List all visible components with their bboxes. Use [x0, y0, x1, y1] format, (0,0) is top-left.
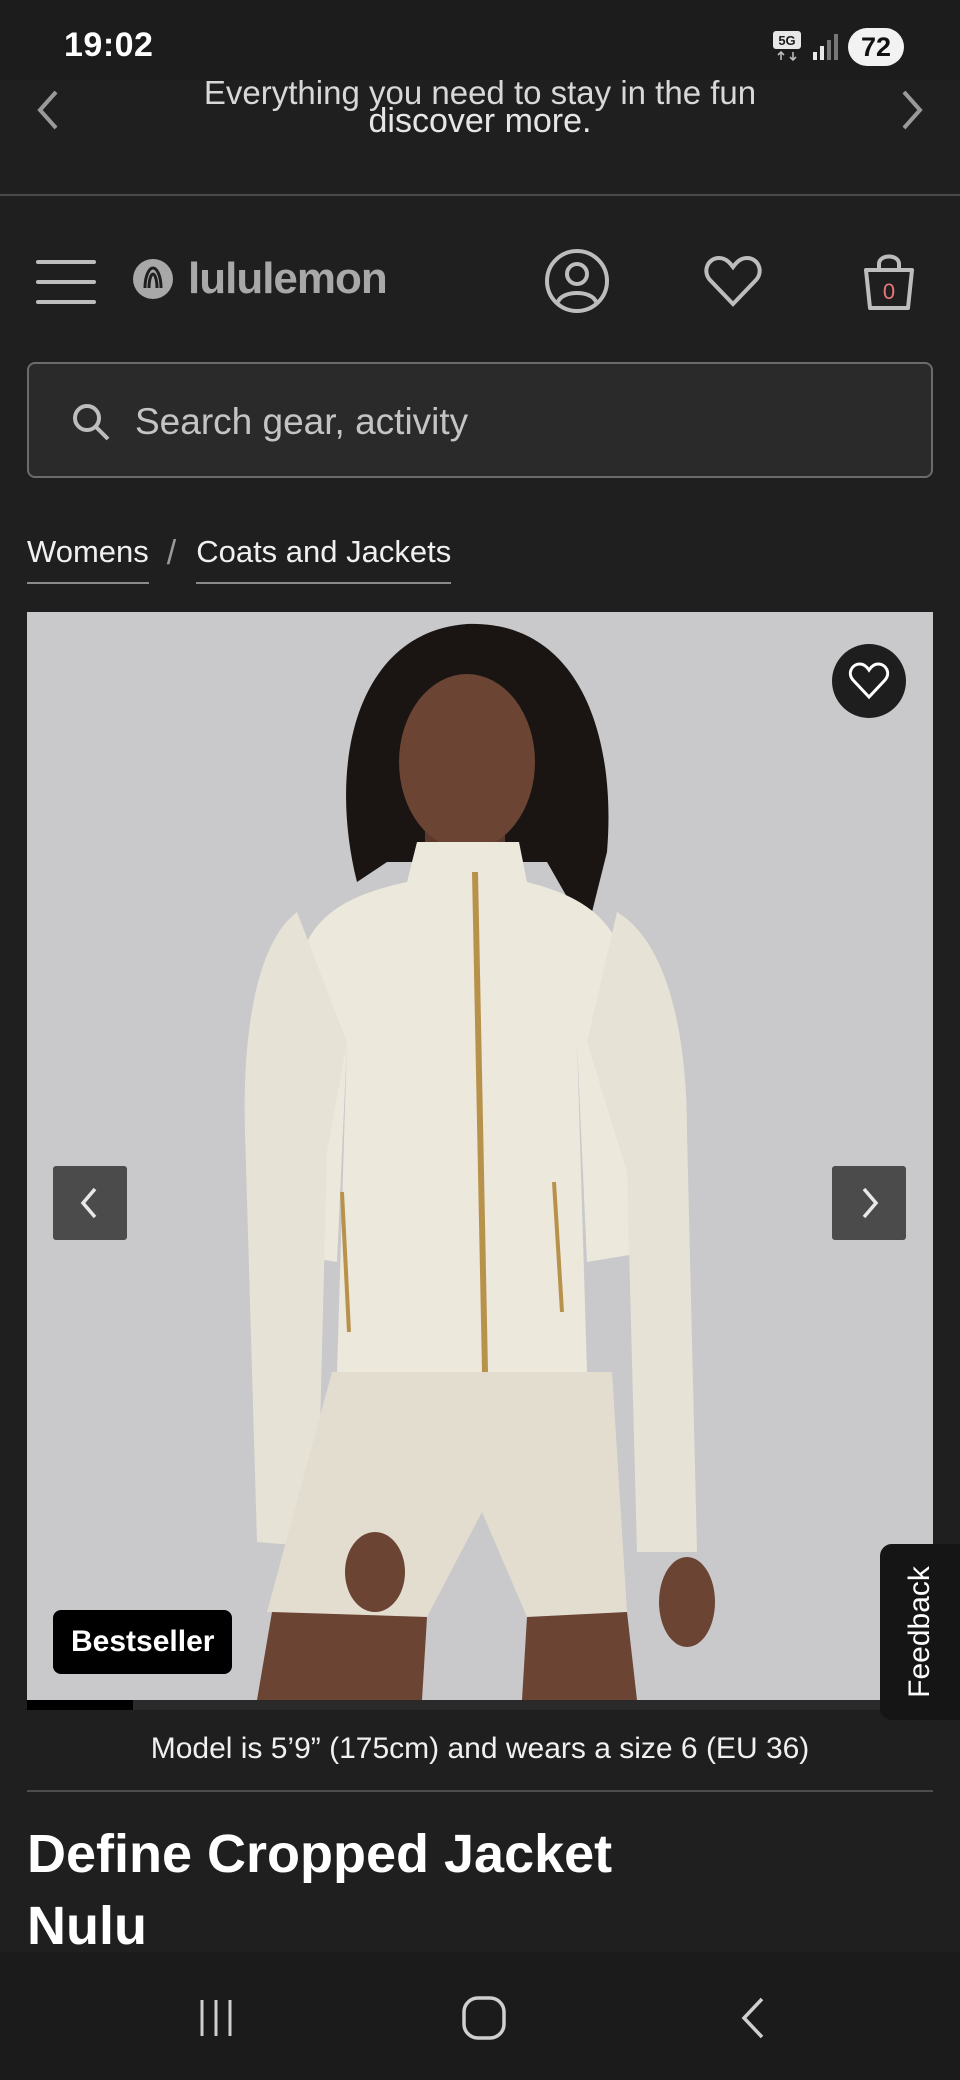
- product-title: Define Cropped Jacket Nulu: [27, 1818, 847, 1962]
- heart-icon: [848, 662, 890, 700]
- hamburger-line: [36, 280, 96, 284]
- feedback-tab[interactable]: Feedback: [880, 1544, 960, 1720]
- breadcrumb-coats-and-jackets[interactable]: Coats and Jackets: [196, 534, 452, 584]
- cart-button[interactable]: 0: [856, 248, 922, 314]
- breadcrumb-separator: /: [166, 534, 177, 572]
- status-bar: 19:02 5G 72: [0, 0, 960, 80]
- shopping-bag-icon: 0: [864, 254, 914, 310]
- menu-button[interactable]: [36, 258, 98, 306]
- image-prev-button[interactable]: [53, 1166, 127, 1240]
- search-box[interactable]: [27, 362, 933, 478]
- network-5g-icon: 5G: [773, 31, 801, 62]
- heart-icon: [704, 255, 762, 307]
- image-wishlist-button[interactable]: [832, 644, 906, 718]
- promo-banner[interactable]: Everything you need to stay in the fun d…: [0, 80, 960, 196]
- wishlist-button[interactable]: [700, 248, 766, 314]
- account-icon: [545, 249, 609, 313]
- signal-icon: [813, 34, 838, 60]
- bestseller-badge: Bestseller: [53, 1610, 233, 1674]
- back-button[interactable]: [724, 1988, 784, 2048]
- promo-next-button[interactable]: [888, 80, 938, 140]
- search-icon: [73, 404, 110, 441]
- search-input[interactable]: [135, 392, 895, 452]
- divider: [27, 1790, 933, 1792]
- product-title-line2: Nulu: [27, 1896, 147, 1956]
- status-time: 19:02: [64, 26, 154, 64]
- promo-text-line2: discover more.: [368, 102, 592, 140]
- product-image[interactable]: [27, 612, 933, 1700]
- home-icon: [462, 1996, 506, 2040]
- chevron-left-icon: [37, 90, 58, 130]
- product-photo: [27, 612, 933, 1700]
- brand-wordmark[interactable]: lululemon: [188, 254, 388, 304]
- recent-apps-icon: [200, 2000, 232, 2036]
- promo-prev-button[interactable]: [22, 80, 72, 140]
- battery-indicator: 72: [848, 28, 904, 66]
- image-next-button[interactable]: [832, 1166, 906, 1240]
- site-header: lululemon 0: [0, 236, 960, 326]
- network-label: 5G: [778, 33, 795, 48]
- hamburger-line: [36, 300, 96, 304]
- chevron-right-icon: [902, 90, 923, 130]
- back-icon: [741, 1997, 764, 2039]
- chevron-left-icon: [80, 1187, 97, 1219]
- android-nav-bar: [0, 1952, 960, 2080]
- home-button[interactable]: [454, 1988, 514, 2048]
- recent-apps-button[interactable]: [186, 1988, 246, 2048]
- breadcrumb-womens[interactable]: Womens: [27, 534, 149, 584]
- lululemon-logo-icon[interactable]: [132, 258, 174, 300]
- product-title-line1: Define Cropped Jacket: [27, 1824, 613, 1884]
- feedback-label: Feedback: [903, 1566, 936, 1698]
- breadcrumb: Womens / Coats and Jackets: [27, 534, 452, 594]
- hamburger-icon: [36, 260, 96, 264]
- gallery-progress-fill: [27, 1700, 133, 1710]
- cart-count: 0: [883, 279, 895, 304]
- account-button[interactable]: [544, 248, 610, 314]
- model-caption: Model is 5’9” (175cm) and wears a size 6…: [150, 1732, 810, 1765]
- gallery-progress: [27, 1700, 907, 1710]
- chevron-right-icon: [862, 1187, 879, 1219]
